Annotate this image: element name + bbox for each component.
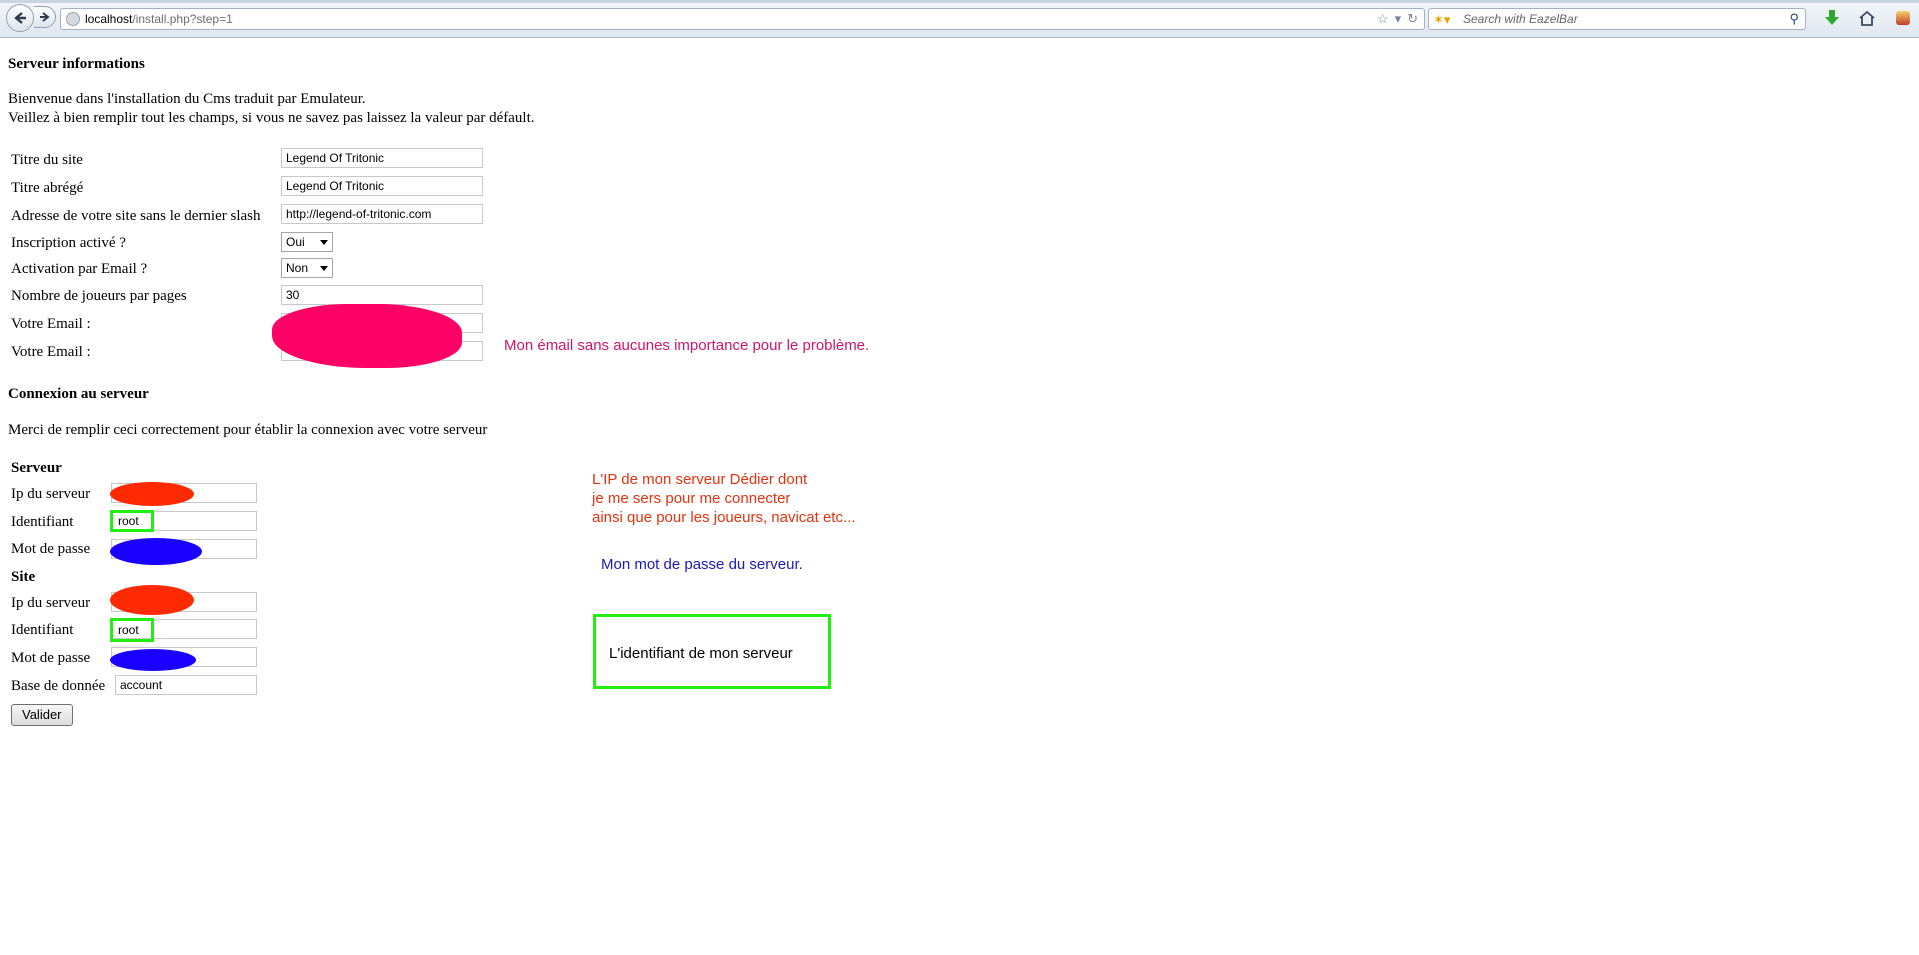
install-page: Serveur informations Bienvenue dans l'in…	[0, 38, 1919, 955]
serveur-ip-redaction	[110, 482, 194, 506]
site-db-input[interactable]: account	[115, 675, 257, 695]
forward-button[interactable]	[34, 6, 56, 28]
titre-input[interactable]: Legend Of Tritonic	[281, 148, 483, 168]
search-icon[interactable]: ⚲	[1789, 11, 1799, 27]
search-bar[interactable]: ✶▾ Search with EazelBar ⚲	[1428, 8, 1806, 30]
site-ip-redaction	[110, 585, 194, 615]
serveur-password-label: Mot de passe	[11, 541, 91, 557]
email-annotation: Mon émail sans aucunes importance pour l…	[504, 337, 870, 354]
activation-select[interactable]: Non	[281, 258, 333, 278]
bookmark-star-icon[interactable]: ☆	[1377, 11, 1389, 27]
email-redaction-scribble	[272, 304, 462, 368]
inscription-select[interactable]: Oui	[281, 232, 333, 252]
identifiant-annotation-box: L'identifiant de mon serveur	[593, 614, 831, 689]
nombre-joueurs-input[interactable]: 30	[281, 285, 483, 305]
titre-label: Titre du site	[11, 152, 83, 168]
password-annotation: Mon mot de passe du serveur.	[601, 556, 803, 573]
intro-text-2: Veillez à bien remplir tout les champs, …	[8, 110, 535, 126]
back-arrow-icon	[14, 12, 26, 24]
serveur-password-redaction	[110, 538, 202, 565]
serveur-subheading: Serveur	[11, 460, 62, 476]
valider-button[interactable]: Valider	[11, 704, 73, 726]
site-identity-icon[interactable]	[66, 12, 80, 26]
site-subheading: Site	[11, 569, 36, 585]
url-text: localhost/install.php?step=1	[85, 12, 233, 26]
connexion-intro: Merci de remplir ceci correctement pour …	[8, 422, 488, 438]
adresse-input[interactable]: http://legend-of-tritonic.com	[281, 204, 483, 224]
titre-abrege-label: Titre abrégé	[11, 180, 84, 196]
site-identifiant-label: Identifiant	[11, 622, 74, 638]
identifiant-annotation: L'identifiant de mon serveur	[609, 645, 793, 662]
serveur-identifiant-label: Identifiant	[11, 514, 74, 530]
dropdown-arrow-icon	[320, 240, 328, 245]
tab-strip-edge	[0, 0, 1919, 3]
serveur-ip-label: Ip du serveur	[11, 486, 91, 502]
email-label-2: Votre Email :	[11, 344, 91, 360]
connexion-heading: Connexion au serveur	[8, 386, 149, 402]
serveur-identifiant-highlight: root	[110, 510, 154, 532]
addon-icon[interactable]	[1893, 8, 1913, 28]
home-icon[interactable]	[1857, 8, 1877, 28]
ip-annotation-line-3: ainsi que pour les joueurs, navicat etc.…	[592, 509, 856, 526]
site-password-redaction	[110, 649, 196, 671]
activation-label: Activation par Email ?	[11, 261, 148, 277]
browser-toolbar: localhost/install.php?step=1 ☆ ▾ ↻ ✶▾ Se…	[0, 0, 1919, 38]
dropdown-arrow-icon	[320, 266, 328, 271]
search-engine-icon[interactable]: ✶▾	[1433, 12, 1450, 28]
ip-annotation-line-2: je me sers pour me connecter	[592, 490, 791, 507]
reload-icon[interactable]: ↻	[1407, 11, 1418, 27]
back-button[interactable]	[6, 4, 34, 32]
site-ip-label: Ip du serveur	[11, 595, 91, 611]
download-icon[interactable]	[1822, 8, 1842, 28]
ip-annotation-line-1: L'IP de mon serveur Dédier dont	[592, 471, 808, 488]
activation-selected-value: Non	[286, 261, 309, 275]
titre-abrege-input[interactable]: Legend Of Tritonic	[281, 176, 483, 196]
address-bar[interactable]: localhost/install.php?step=1 ☆ ▾ ↻	[60, 8, 1425, 30]
site-password-label: Mot de passe	[11, 650, 91, 666]
serveur-informations-heading: Serveur informations	[8, 56, 145, 72]
adresse-label: Adresse de votre site sans le dernier sl…	[11, 208, 261, 224]
forward-arrow-icon	[39, 12, 50, 22]
email-label-1: Votre Email :	[11, 316, 91, 332]
nombre-joueurs-label: Nombre de joueurs par pages	[11, 288, 187, 304]
intro-text-1: Bienvenue dans l'installation du Cms tra…	[8, 91, 366, 107]
history-dropdown-icon[interactable]: ▾	[1395, 11, 1402, 27]
inscription-selected-value: Oui	[286, 235, 305, 249]
site-db-label: Base de donnée	[11, 678, 106, 694]
inscription-label: Inscription activé ?	[11, 235, 126, 251]
site-identifiant-highlight: root	[110, 618, 154, 642]
search-placeholder: Search with EazelBar	[1463, 12, 1578, 26]
